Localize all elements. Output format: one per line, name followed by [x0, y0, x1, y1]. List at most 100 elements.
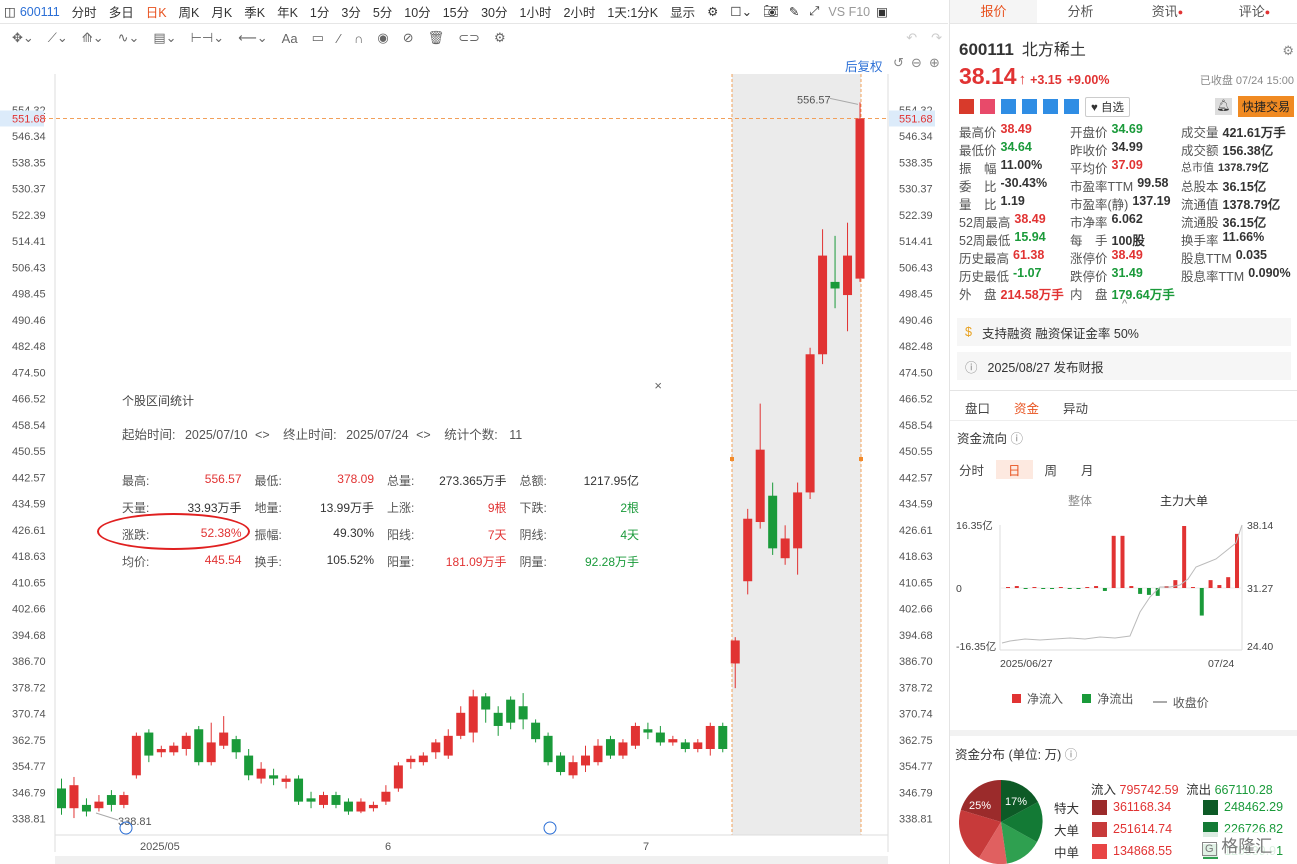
candle[interactable] [556, 752, 566, 776]
period-tab[interactable]: 月K [205, 2, 238, 21]
delete-icon[interactable]: 🗑︎ [428, 30, 445, 46]
period-tab[interactable]: 季K [238, 2, 271, 21]
period-tab[interactable]: 显示 [664, 2, 701, 21]
sub-tab[interactable]: 盘口 [953, 398, 1002, 417]
arrow-tool-icon[interactable]: ⟵⌄ [238, 30, 268, 46]
tab-comments[interactable]: 评论● [1211, 0, 1297, 23]
period-tab[interactable]: 3分 [335, 2, 366, 21]
crosshair-icon[interactable]: ✥⌄ [12, 30, 34, 46]
settings-icon[interactable]: ⚙ [1282, 43, 1294, 59]
candle[interactable] [605, 735, 615, 759]
fib-tool-icon[interactable]: ▤⌄ [153, 30, 176, 46]
margin-info[interactable]: $ 支持融资 融资保证金率 50% [957, 318, 1291, 346]
candle[interactable] [855, 102, 865, 282]
tab-quote[interactable]: 报价 [950, 0, 1037, 23]
info-icon[interactable]: ⓘ [1011, 432, 1024, 446]
candle[interactable] [131, 732, 141, 779]
start-date[interactable]: 2025/07/10 [185, 428, 248, 442]
report-info[interactable]: ⓘ 2025/08/27 发布财报 [957, 352, 1291, 380]
layout-icon[interactable]: ☐⌄ [724, 4, 758, 19]
comment-tool-icon[interactable]: ▭ [312, 30, 324, 46]
flow-period-tab[interactable]: 周 [1033, 460, 1070, 479]
candle[interactable] [630, 722, 640, 749]
date-adjust-icon[interactable]: <> [255, 428, 270, 442]
market-status: 已收盘 07/24 15:00 [1199, 75, 1294, 87]
fuquan-button[interactable]: 后复权 [845, 56, 883, 75]
period-tab[interactable]: 15分 [437, 2, 475, 21]
period-tab[interactable]: 5分 [367, 2, 398, 21]
period-tab[interactable]: 日K [140, 2, 173, 21]
candle[interactable] [718, 722, 728, 753]
stock-code[interactable]: 600111 [16, 5, 66, 19]
flow-period-tab[interactable]: 月 [1069, 460, 1106, 479]
shuffle-icon[interactable] [1001, 99, 1016, 114]
quick-trade-button[interactable]: 快捷交易 [1237, 96, 1294, 117]
info-icon[interactable]: ⓘ [1065, 748, 1078, 762]
period-tab[interactable]: 1分 [304, 2, 335, 21]
panel-toggle-icon[interactable]: ▣ [874, 4, 890, 19]
zoom-in-icon[interactable]: ⊕ [929, 55, 940, 71]
fullscreen-icon[interactable]: ⤢ [804, 4, 824, 19]
date-adjust-icon[interactable]: <> [416, 428, 431, 442]
reset-icon[interactable]: ↺ [893, 55, 904, 71]
sub-tab[interactable]: 异动 [1051, 398, 1100, 417]
expand-icon[interactable]: ^ [1122, 298, 1127, 310]
inflow-swatch [1092, 821, 1107, 837]
candle[interactable] [194, 725, 204, 766]
period-tab[interactable]: 1小时 [514, 2, 558, 21]
period-tab[interactable]: 年K [271, 2, 304, 21]
drawing-settings-icon[interactable]: ⚙ [494, 30, 506, 46]
bell-icon[interactable]: 🔔︎ [1214, 98, 1232, 115]
note-icon[interactable] [1064, 99, 1079, 114]
link-icon[interactable]: ⊂⊃ [458, 30, 480, 46]
camera-icon[interactable]: 📷︎ [758, 4, 784, 19]
end-date[interactable]: 2025/07/24 [346, 428, 409, 442]
x-tick: 7 [643, 841, 649, 853]
mode-overall[interactable]: 整体 [1068, 492, 1092, 509]
vs-f10-button[interactable]: VS F10 [824, 5, 874, 19]
period-tab[interactable]: 2小时 [557, 2, 601, 21]
flow-period-tab[interactable]: 分时 [947, 460, 996, 479]
dollar-icon[interactable] [1022, 99, 1037, 114]
fund-flow-chart[interactable]: 16.35亿 38.14 0 31.27 -16.35亿 24.40 2025/06/27 0… [950, 515, 1297, 680]
undo-icon[interactable]: ↶ [906, 30, 917, 46]
flag-icon[interactable] [959, 99, 974, 114]
period-tab[interactable]: 30分 [475, 2, 513, 21]
wave-tool-icon[interactable]: ∿⌄ [118, 30, 140, 46]
sidebar-toggle-icon[interactable]: ◫ [0, 4, 16, 19]
period-tab[interactable]: 周K [173, 2, 206, 21]
candle[interactable] [393, 762, 403, 792]
eye-icon[interactable]: ◉ [377, 30, 388, 46]
tab-news[interactable]: 资讯● [1124, 0, 1211, 23]
sub-tab[interactable]: 资金 [1002, 398, 1051, 417]
tab-analysis[interactable]: 分析 [1037, 0, 1124, 23]
candle[interactable] [531, 719, 541, 743]
hot-icon[interactable] [980, 99, 995, 114]
candle[interactable] [294, 775, 304, 805]
candle[interactable] [543, 732, 553, 766]
measure-tool-icon[interactable]: ⊢⊣⌄ [191, 30, 225, 46]
channel-tool-icon[interactable]: ⟰⌄ [82, 30, 104, 46]
line-tool-icon[interactable]: ⟋⌄ [48, 30, 68, 46]
period-tab[interactable]: 1天:1分K [601, 2, 664, 21]
magnet-icon[interactable]: ∩ [354, 31, 363, 46]
period-tab[interactable]: 分时 [66, 2, 103, 21]
tag-icon[interactable] [1043, 99, 1058, 114]
scrollbar[interactable] [55, 856, 888, 864]
settings-icon[interactable]: ⚙ [701, 4, 724, 19]
y-tick-right: 498.45 [899, 289, 933, 301]
text-tool-icon[interactable]: Aa [282, 31, 298, 46]
mode-main-force[interactable]: 主力大单 [1160, 492, 1208, 509]
zoom-out-icon[interactable]: ⊖ [911, 55, 922, 71]
flow-period-tab[interactable]: 日 [996, 460, 1033, 479]
brush-tool-icon[interactable]: ∕ [338, 31, 340, 46]
period-tab[interactable]: 10分 [398, 2, 436, 21]
candle[interactable] [805, 347, 815, 500]
hide-icon[interactable]: ⊘ [403, 30, 414, 46]
pen-icon[interactable]: ✎ [784, 4, 804, 19]
period-tab[interactable]: 多日 [103, 2, 140, 21]
add-watchlist-button[interactable]: ♥ 自选 [1085, 96, 1131, 117]
end-label: 终止时间: [283, 428, 337, 442]
redo-icon[interactable]: ↷ [931, 30, 942, 46]
close-icon[interactable]: × [654, 378, 662, 393]
